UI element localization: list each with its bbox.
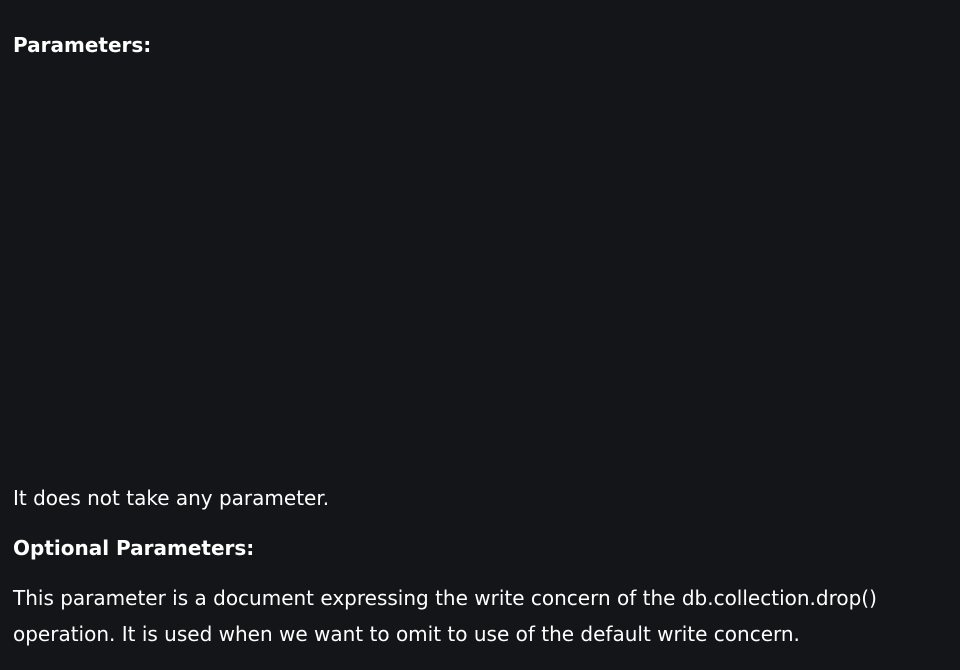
parameters-heading: Parameters: <box>13 33 152 57</box>
no-parameter-text: It does not take any parameter. <box>13 486 330 510</box>
optional-parameters-heading: Optional Parameters: <box>13 536 255 560</box>
blank-content-area <box>0 70 960 475</box>
write-concern-description: This parameter is a document expressing … <box>13 586 877 646</box>
